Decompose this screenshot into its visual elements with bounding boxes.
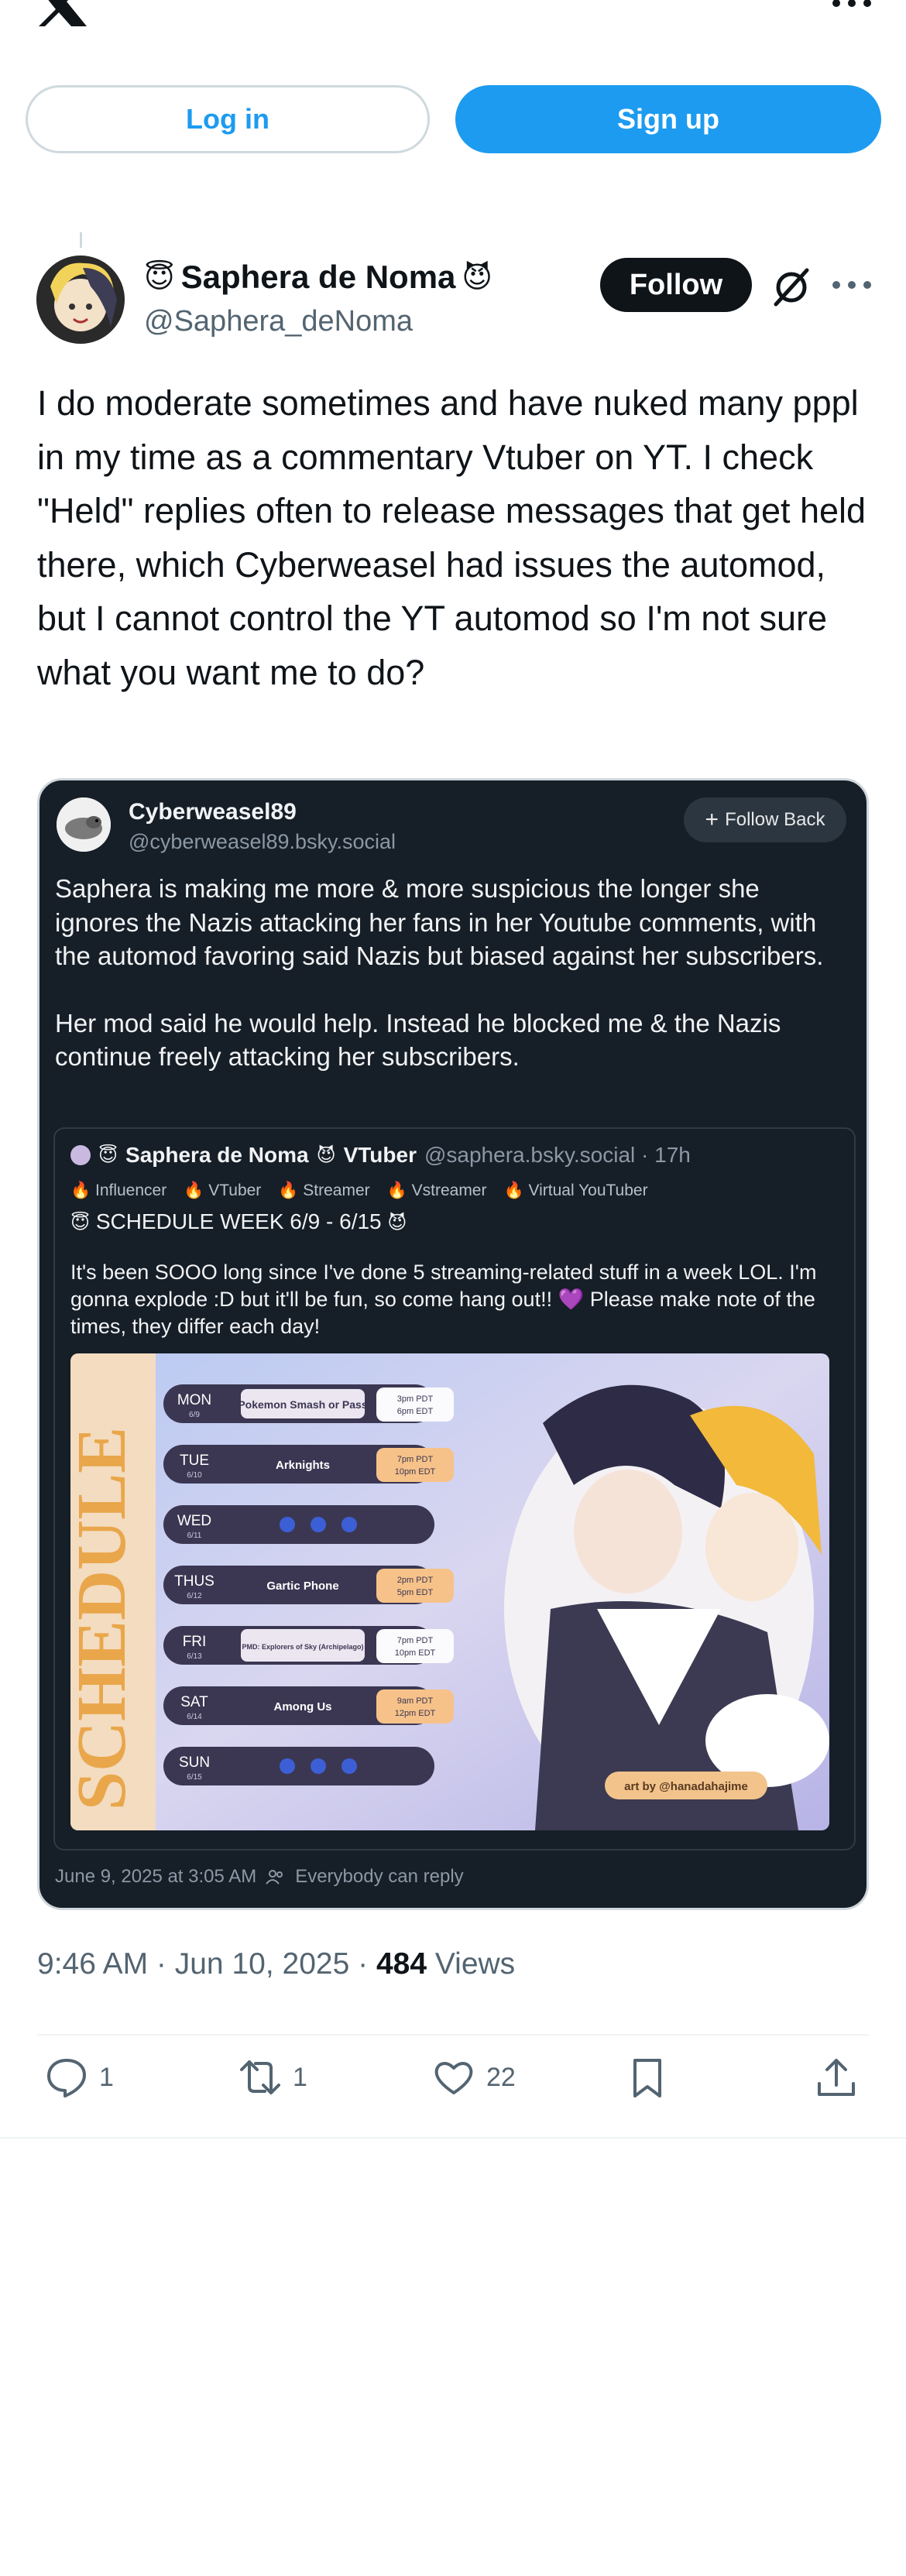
schedule-time: 10pm EDT bbox=[395, 1467, 436, 1477]
schedule-time: 9am PDT bbox=[397, 1696, 434, 1706]
repost-icon bbox=[240, 2060, 280, 2094]
avatar[interactable] bbox=[36, 256, 125, 344]
more-options-icon[interactable] bbox=[829, 0, 875, 17]
schedule-day: THUS bbox=[174, 1573, 214, 1590]
embed-follow-back-button: + Follow Back bbox=[684, 797, 846, 842]
share-icon bbox=[818, 2059, 855, 2096]
repost-button[interactable]: 1 bbox=[239, 2056, 307, 2099]
x-logo-icon[interactable] bbox=[33, 0, 88, 26]
thread-connector-line bbox=[80, 232, 82, 248]
views-count: 484 bbox=[376, 1947, 427, 1981]
tag-item: 🔥 Influencer bbox=[70, 1182, 167, 1199]
embed-paragraph-1: Saphera is making me more & more suspici… bbox=[55, 874, 824, 970]
embed-author-name: Cyberweasel89 bbox=[129, 799, 297, 825]
quote-author-suffix: VTuber bbox=[343, 1143, 417, 1167]
share-button[interactable] bbox=[815, 2056, 858, 2099]
quote-avatar bbox=[70, 1145, 91, 1165]
views-label: Views bbox=[427, 1947, 516, 1981]
author-name-row[interactable]: 😇 Saphera de Noma 😈 bbox=[144, 259, 492, 296]
schedule-game: Arknights bbox=[276, 1459, 330, 1472]
reply-button[interactable]: 1 bbox=[45, 2056, 114, 2099]
action-bar: 1 1 22 bbox=[37, 2056, 881, 2118]
schedule-day: SUN bbox=[179, 1754, 210, 1771]
art-credit: art by @hanadahajime bbox=[624, 1780, 748, 1793]
quote-tags: 🔥 Influencer 🔥 VTuber 🔥 Streamer 🔥 Vstre… bbox=[70, 1182, 648, 1200]
quote-body: It's been SOOO long since I've done 5 st… bbox=[70, 1261, 817, 1338]
embed-reply-setting: Everybody can reply bbox=[295, 1866, 464, 1887]
grok-icon[interactable] bbox=[770, 266, 813, 309]
schedule-game: Pokemon Smash or Pass bbox=[238, 1398, 368, 1411]
post-timestamp[interactable]: 9:46 AM · Jun 10, 2025 · bbox=[37, 1947, 376, 1981]
schedule-date: 6/11 bbox=[187, 1532, 202, 1540]
post-text: I do moderate sometimes and have nuked m… bbox=[37, 383, 867, 692]
schedule-date: 6/14 bbox=[187, 1713, 202, 1721]
tag-item: 🔥 Streamer bbox=[278, 1182, 370, 1199]
schedule-time: 3pm PDT bbox=[397, 1394, 434, 1404]
schedule-time: 5pm EDT bbox=[397, 1588, 434, 1597]
embed-paragraph-2: Her mod said he would help. Instead he b… bbox=[55, 1008, 781, 1072]
tag-item: 🔥 Virtual YouTuber bbox=[503, 1182, 648, 1199]
schedule-day: SAT bbox=[180, 1694, 208, 1710]
schedule-time: 7pm PDT bbox=[397, 1455, 434, 1464]
embed-footer: June 9, 2025 at 3:05 AM Everybody can re… bbox=[55, 1866, 464, 1888]
plus-icon: + bbox=[705, 807, 719, 832]
quoted-post: 😇 Saphera de Noma 😈 VTuber @saphera.bsky… bbox=[53, 1127, 856, 1851]
schedule-date: 6/15 bbox=[187, 1773, 202, 1782]
divider bbox=[37, 2034, 869, 2036]
schedule-image: SCHEDULE art by @hanadahajime MON 6/9 Po… bbox=[70, 1353, 829, 1830]
embed-author-handle: @cyberweasel89.bsky.social bbox=[129, 830, 396, 853]
bookmark-icon bbox=[633, 2059, 661, 2098]
schedule-day: TUE bbox=[180, 1453, 209, 1469]
post-more-icon[interactable] bbox=[829, 276, 875, 294]
angel-emoji-icon: 😇 bbox=[144, 261, 175, 294]
like-count: 22 bbox=[486, 2062, 516, 2092]
schedule-game: Gartic Phone bbox=[266, 1580, 338, 1593]
repost-count: 1 bbox=[293, 2062, 307, 2092]
tag-item: 🔥 Vstreamer bbox=[386, 1182, 487, 1199]
quote-header: 😇 Saphera de Noma 😈 VTuber @saphera.bsky… bbox=[70, 1143, 691, 1168]
post-meta: 9:46 AM · Jun 10, 2025 · 484 Views bbox=[37, 1947, 515, 1981]
signup-button[interactable]: Sign up bbox=[455, 85, 881, 153]
angel-emoji-icon: 😇 bbox=[98, 1144, 118, 1166]
reply-count: 1 bbox=[99, 2062, 114, 2092]
schedule-day: WED bbox=[177, 1513, 211, 1529]
schedule-date: 6/13 bbox=[187, 1652, 202, 1661]
embed-avatar bbox=[57, 797, 111, 852]
follow-button[interactable]: Follow bbox=[600, 258, 752, 312]
schedule-date: 6/12 bbox=[187, 1592, 202, 1600]
angel-emoji-icon: 😇 bbox=[70, 1213, 91, 1233]
quote-handle-time: @saphera.bsky.social · 17h bbox=[424, 1143, 691, 1167]
schedule-title: 😇 SCHEDULE WEEK 6/9 - 6/15 😈 bbox=[70, 1209, 407, 1233]
schedule-time: 12pm EDT bbox=[395, 1709, 436, 1718]
schedule-time: 2pm PDT bbox=[397, 1576, 434, 1585]
bookmark-button[interactable] bbox=[626, 2056, 669, 2099]
quote-author-name: Saphera de Noma bbox=[125, 1143, 309, 1167]
schedule-date: 6/10 bbox=[187, 1471, 202, 1480]
people-icon bbox=[266, 1870, 283, 1885]
schedule-time: 10pm EDT bbox=[395, 1648, 436, 1658]
author-handle[interactable]: @Saphera_deNoma bbox=[144, 305, 413, 338]
embed-post-text: Saphera is making me more & more suspici… bbox=[55, 872, 845, 1074]
login-button[interactable]: Log in bbox=[26, 85, 430, 153]
schedule-side-text: SCHEDULE bbox=[70, 1427, 140, 1810]
schedule-game: PMD: Explorers of Sky (Archipelago) bbox=[242, 1643, 363, 1651]
schedule-date: 6/9 bbox=[189, 1411, 200, 1419]
heart-icon bbox=[434, 2062, 473, 2094]
devil-emoji-icon: 😈 bbox=[316, 1144, 336, 1166]
schedule-time: 7pm PDT bbox=[397, 1636, 434, 1645]
schedule-time: 6pm EDT bbox=[397, 1407, 434, 1416]
like-button[interactable]: 22 bbox=[432, 2056, 516, 2099]
reply-icon bbox=[47, 2059, 86, 2098]
schedule-game: Among Us bbox=[274, 1700, 332, 1713]
follow-back-label: Follow Back bbox=[725, 809, 825, 830]
tag-item: 🔥 VTuber bbox=[184, 1182, 262, 1199]
schedule-day: FRI bbox=[183, 1634, 207, 1650]
embed-date: June 9, 2025 at 3:05 AM bbox=[55, 1866, 257, 1887]
embedded-screenshot[interactable]: Cyberweasel89 @cyberweasel89.bsky.social… bbox=[37, 778, 869, 1910]
author-display-name[interactable]: Saphera de Noma bbox=[181, 259, 456, 296]
bottom-border bbox=[0, 2137, 906, 2139]
devil-emoji-icon: 😈 bbox=[462, 261, 493, 294]
schedule-day: MON bbox=[177, 1392, 211, 1408]
devil-emoji-icon: 😈 bbox=[387, 1213, 407, 1233]
